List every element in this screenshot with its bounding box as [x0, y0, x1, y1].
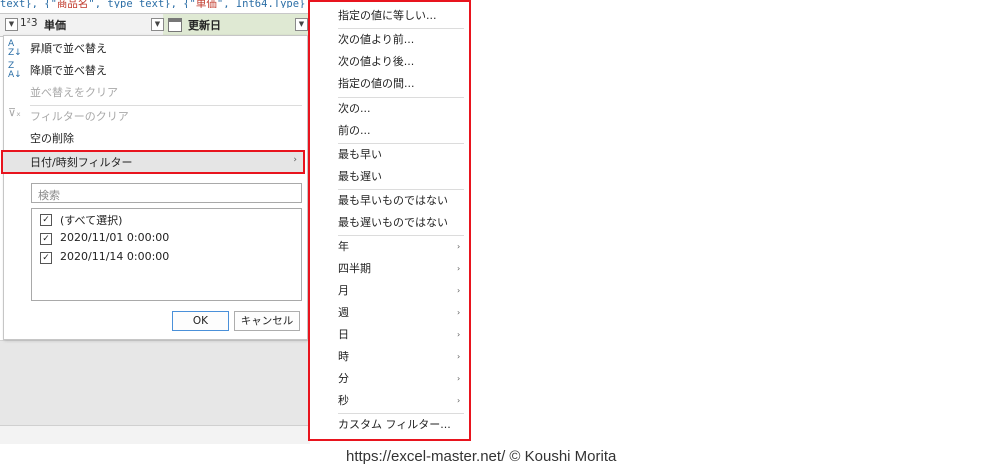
clear-filter-icon: ⊽ₓ	[8, 106, 21, 119]
submenu-item-year[interactable]: 年 ›	[310, 237, 469, 257]
chevron-right-icon: ›	[457, 374, 461, 383]
menu-divider	[30, 105, 302, 106]
menu-divider	[338, 143, 464, 144]
chevron-right-icon: ›	[457, 242, 461, 251]
sort-descending-item[interactable]: Z A↓ 降順で並べ替え	[4, 61, 307, 81]
submenu-item-hour[interactable]: 時 ›	[310, 347, 469, 367]
ok-button[interactable]: OK	[172, 311, 229, 331]
search-input[interactable]: 検索	[31, 183, 302, 203]
sort-ascending-icon: A Z↓	[8, 39, 22, 58]
submenu-item-previous[interactable]: 前の...	[310, 121, 469, 141]
submenu-item-equals[interactable]: 指定の値に等しい...	[310, 6, 469, 26]
footer-credit: https://excel-master.net/ © Koushi Morit…	[346, 448, 617, 465]
submenu-item-after[interactable]: 次の値より後...	[310, 52, 469, 72]
submenu-item-not-latest[interactable]: 最も遅いものではない	[310, 213, 469, 233]
checkbox-item[interactable]: ✓	[40, 252, 52, 264]
selected-column-header	[163, 14, 309, 36]
menu-divider	[338, 189, 464, 190]
submenu-item-custom-filter[interactable]: カスタム フィルター...	[310, 415, 469, 435]
chevron-right-icon: ›	[457, 352, 461, 361]
date-type-icon	[168, 18, 182, 32]
chevron-right-icon: ›	[457, 286, 461, 295]
sort-descending-icon: Z A↓	[8, 61, 22, 80]
submenu-item-week[interactable]: 週 ›	[310, 303, 469, 323]
value-checklist: ✓ (すべて選択) ✓ 2020/11/01 0:00:00 ✓ 2020/11…	[31, 208, 302, 301]
cancel-button[interactable]: キャンセル	[234, 311, 300, 331]
submenu-item-not-earliest[interactable]: 最も早いものではない	[310, 191, 469, 211]
submenu-item-before[interactable]: 次の値より前...	[310, 30, 469, 50]
checkbox-select-all[interactable]: ✓	[40, 214, 52, 226]
filter-menu: A Z↓ 昇順で並べ替え Z A↓ 降順で並べ替え 並べ替えをクリア ⊽ₓ フィルタ…	[3, 35, 308, 340]
chevron-right-icon: ›	[457, 330, 461, 339]
chevron-right-icon: ›	[457, 264, 461, 273]
clear-filter-item: ⊽ₓ フィルターのクリア	[8, 106, 129, 123]
chevron-right-icon: ›	[457, 308, 461, 317]
menu-divider	[338, 28, 464, 29]
submenu-item-between[interactable]: 指定の値の間...	[310, 74, 469, 94]
list-item: 2020/11/01 0:00:00	[60, 231, 170, 244]
date-time-filter-item[interactable]: 日付/時刻フィルター ›	[1, 150, 305, 174]
chevron-right-icon: ›	[293, 155, 297, 165]
submenu-item-second[interactable]: 秒 ›	[310, 391, 469, 411]
submenu-item-quarter[interactable]: 四半期 ›	[310, 259, 469, 279]
menu-divider	[338, 413, 464, 414]
chevron-right-icon: ›	[457, 396, 461, 405]
formula-bar-text: text}, {"商品名", type text}, {"単価", Int64.…	[0, 0, 306, 8]
column-filter-dropdown-icon[interactable]: ▼	[295, 18, 308, 31]
menu-divider	[338, 235, 464, 236]
menu-divider	[338, 97, 464, 98]
date-filter-submenu: 指定の値に等しい... 次の値より前... 次の値より後... 指定の値の間..…	[308, 0, 471, 441]
submenu-item-day[interactable]: 日 ›	[310, 325, 469, 345]
list-item: 2020/11/14 0:00:00	[60, 250, 170, 263]
column-header-row: ▼ 1²3 単価 ▼ 更新日 ▼	[0, 13, 310, 37]
submenu-item-next[interactable]: 次の...	[310, 99, 469, 119]
submenu-item-earliest[interactable]: 最も早い	[310, 145, 469, 165]
list-item: (すべて選択)	[60, 214, 123, 227]
submenu-item-minute[interactable]: 分 ›	[310, 369, 469, 389]
sort-ascending-item[interactable]: A Z↓ 昇順で並べ替え	[4, 39, 307, 59]
column-filter-dropdown-icon[interactable]: ▼	[151, 18, 164, 31]
checkbox-item[interactable]: ✓	[40, 233, 52, 245]
grid-bottom-bar	[0, 425, 310, 444]
column-filter-dropdown-icon[interactable]: ▼	[5, 18, 18, 31]
clear-sort-item: 並べ替えをクリア	[30, 86, 118, 99]
column-header-updated-date[interactable]: 更新日	[188, 17, 221, 33]
grid-area	[0, 340, 310, 426]
submenu-item-month[interactable]: 月 ›	[310, 281, 469, 301]
number-type-icon: 1²3	[20, 17, 38, 29]
submenu-item-latest[interactable]: 最も遅い	[310, 167, 469, 187]
column-header-price[interactable]: 単価	[44, 17, 66, 33]
remove-empty-item[interactable]: 空の削除	[4, 129, 307, 149]
